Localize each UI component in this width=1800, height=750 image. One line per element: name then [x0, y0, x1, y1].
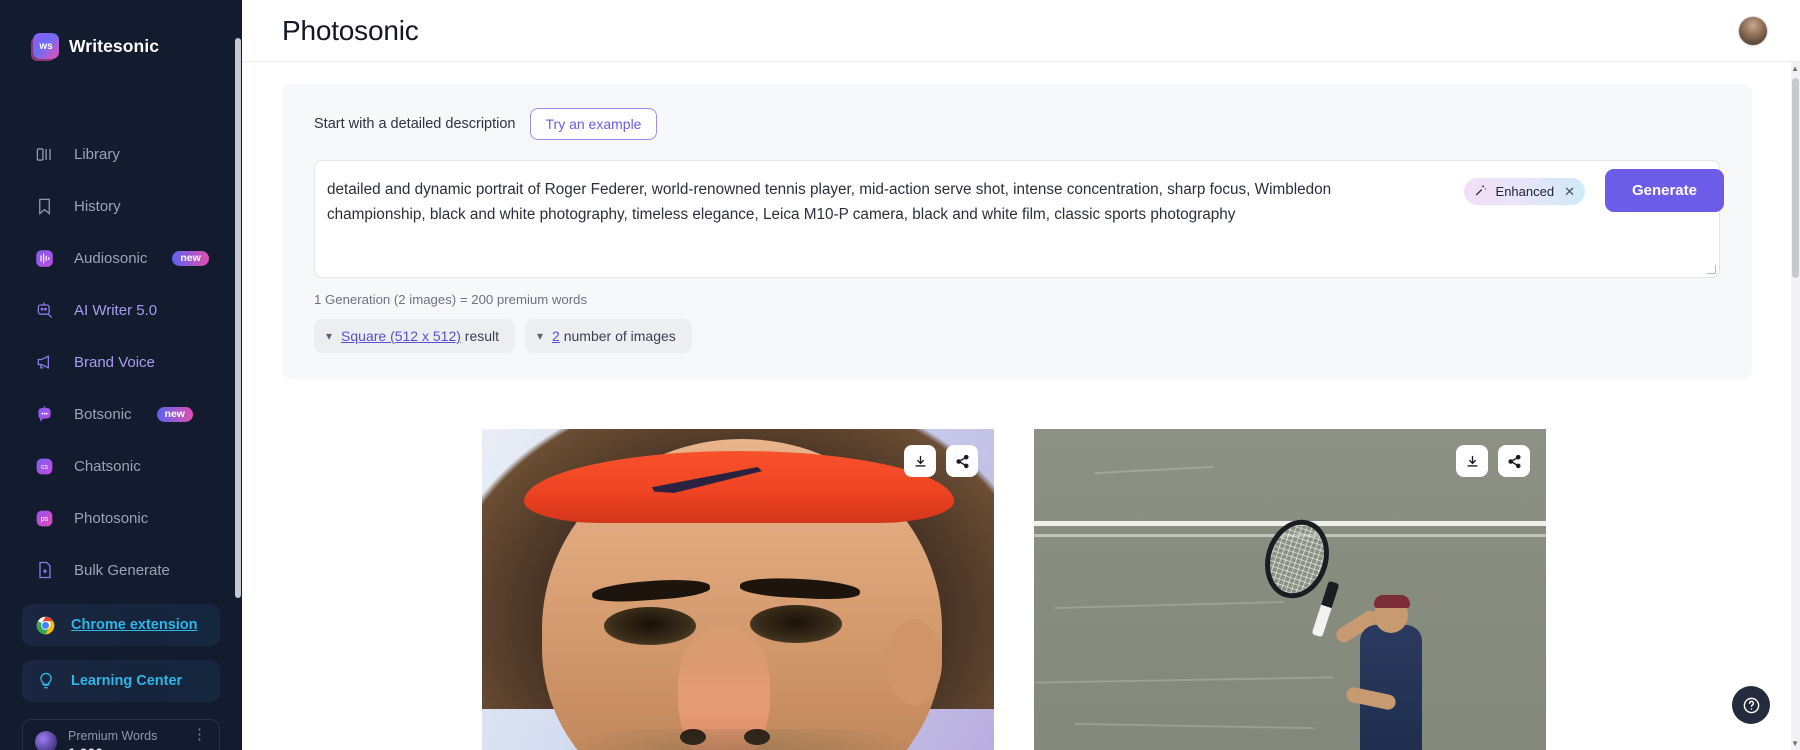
premium-words-label: Premium Words	[68, 729, 158, 743]
download-icon[interactable]	[904, 445, 936, 477]
prompt-hint-label: Start with a detailed description	[314, 116, 516, 132]
result-image-federer-portrait[interactable]	[482, 429, 994, 750]
results-grid	[282, 379, 1760, 750]
sidebar-promo-learning-center[interactable]: Learning Center	[22, 660, 220, 702]
textarea-resize-handle[interactable]	[1707, 265, 1716, 274]
image-size-suffix: result	[460, 328, 500, 344]
generate-button[interactable]: Generate	[1604, 169, 1724, 212]
brand-name: Writesonic	[69, 35, 160, 56]
image-actions	[904, 445, 978, 477]
sidebar-item-label: Photosonic	[74, 509, 149, 527]
share-icon[interactable]	[946, 445, 978, 477]
prompt-input-wrapper[interactable]: detailed and dynamic portrait of Roger F…	[314, 160, 1724, 278]
result-image-federer-serve[interactable]	[1034, 429, 1546, 750]
brand[interactable]: ws Writesonic	[0, 0, 242, 70]
sidebar-item-photosonic[interactable]: ps Photosonic	[0, 500, 242, 536]
help-circle-icon[interactable]	[1732, 686, 1770, 724]
credits-note: 1 Generation (2 images) = 200 premium wo…	[314, 292, 588, 307]
svg-text:cs: cs	[41, 464, 49, 471]
bulk-generate-icon	[33, 559, 56, 582]
sidebar-item-ai-writer[interactable]: AI Writer 5.0	[0, 292, 242, 328]
number-of-images-value: 2	[552, 328, 560, 344]
sidebar-item-label: Chatsonic	[74, 457, 141, 475]
sidebar-item-bulk-generate[interactable]: Bulk Generate	[0, 552, 242, 588]
premium-words-card[interactable]: Premium Words 1,000 ⋮	[22, 719, 220, 750]
sidebar-item-library[interactable]: Library	[0, 136, 242, 172]
number-of-images-suffix: number of images	[559, 328, 676, 344]
main-panel: Photosonic Start with a detailed descrip…	[242, 0, 1800, 750]
sidebar-item-brand-voice[interactable]: Brand Voice	[0, 344, 242, 380]
number-of-images-selector[interactable]: ▾ 2 number of images	[525, 319, 692, 353]
sidebar-item-label: Library	[74, 145, 120, 163]
promo-label: Chrome extension	[71, 617, 198, 633]
sidebar-item-chatsonic[interactable]: cs Chatsonic	[0, 448, 242, 484]
sidebar-item-label: History	[74, 197, 121, 215]
prompt-hint-row: Start with a detailed description Try an…	[314, 108, 1720, 140]
sidebar-item-botsonic[interactable]: Botsonic new	[0, 396, 242, 432]
status-badge: new	[172, 250, 209, 266]
scroll-up-icon[interactable]: ▲	[1791, 64, 1799, 73]
sidebar-item-label: Brand Voice	[74, 353, 155, 371]
sidebar-item-audiosonic[interactable]: Audiosonic new	[0, 240, 242, 276]
sidebar-scrollbar[interactable]	[234, 0, 242, 750]
option-row: ▾ Square (512 x 512) result ▾ 2 number o…	[314, 319, 1720, 353]
premium-orb-icon	[35, 731, 57, 750]
sidebar-item-label: Botsonic	[74, 405, 132, 423]
sidebar-nav: Library History Audiosonic new AI Writer…	[0, 136, 242, 588]
main-scrollbar[interactable]: ▲ ▼	[1791, 62, 1800, 750]
chevron-down-icon: ▾	[537, 329, 544, 343]
chrome-icon	[34, 614, 57, 637]
topbar: Photosonic	[242, 0, 1800, 62]
scroll-down-icon[interactable]: ▼	[1791, 739, 1799, 748]
sidebar-item-history[interactable]: History	[0, 188, 242, 224]
image-actions	[1456, 445, 1530, 477]
enhanced-label: Enhanced	[1495, 184, 1555, 199]
main-scrollbar-thumb[interactable]	[1792, 78, 1799, 278]
main-content: Start with a detailed description Try an…	[242, 62, 1800, 750]
writesonic-logo-icon: ws	[33, 33, 59, 59]
magic-wand-icon	[1474, 183, 1488, 200]
image-size-selector[interactable]: ▾ Square (512 x 512) result	[314, 319, 516, 353]
page-title: Photosonic	[282, 14, 419, 46]
photosonic-icon: ps	[33, 507, 56, 530]
sidebar-item-label: Bulk Generate	[74, 561, 170, 579]
avatar[interactable]	[1738, 15, 1768, 46]
logo-text: ws	[39, 40, 53, 52]
share-icon[interactable]	[1498, 445, 1530, 477]
bookmark-icon	[33, 195, 56, 218]
botsonic-icon	[33, 403, 56, 426]
download-icon[interactable]	[1456, 445, 1488, 477]
sidebar-promo-chrome-extension[interactable]: Chrome extension	[22, 604, 220, 646]
library-icon	[33, 143, 56, 166]
prompt-panel: Start with a detailed description Try an…	[282, 84, 1752, 379]
sidebar: ws Writesonic Library History Audiosonic…	[0, 0, 242, 750]
app-root: ws Writesonic Library History Audiosonic…	[0, 0, 1800, 750]
enhanced-badge[interactable]: Enhanced ✕	[1463, 178, 1585, 205]
premium-words-count: 1,000	[68, 745, 181, 750]
lightbulb-icon	[34, 670, 57, 693]
audiosonic-icon	[33, 247, 56, 270]
image-size-value: Square (512 x 512)	[341, 328, 461, 344]
chevron-down-icon: ▾	[326, 329, 333, 343]
status-badge: new	[156, 406, 193, 422]
svg-text:ps: ps	[41, 516, 49, 523]
prompt-input[interactable]: detailed and dynamic portrait of Roger F…	[327, 177, 1387, 227]
sidebar-item-label: Audiosonic	[74, 249, 148, 267]
megaphone-icon	[33, 351, 56, 374]
promo-label: Learning Center	[71, 673, 183, 689]
generated-image	[1034, 429, 1546, 750]
sidebar-scrollbar-thumb[interactable]	[235, 38, 241, 598]
close-icon[interactable]: ✕	[1564, 184, 1575, 200]
kebab-menu-icon[interactable]: ⋮	[192, 727, 207, 742]
sidebar-item-label: AI Writer 5.0	[74, 301, 158, 319]
try-an-example-button[interactable]: Try an example	[529, 108, 658, 140]
chatsonic-icon: cs	[33, 455, 56, 478]
generated-image	[482, 429, 994, 750]
ai-writer-icon	[33, 299, 56, 322]
